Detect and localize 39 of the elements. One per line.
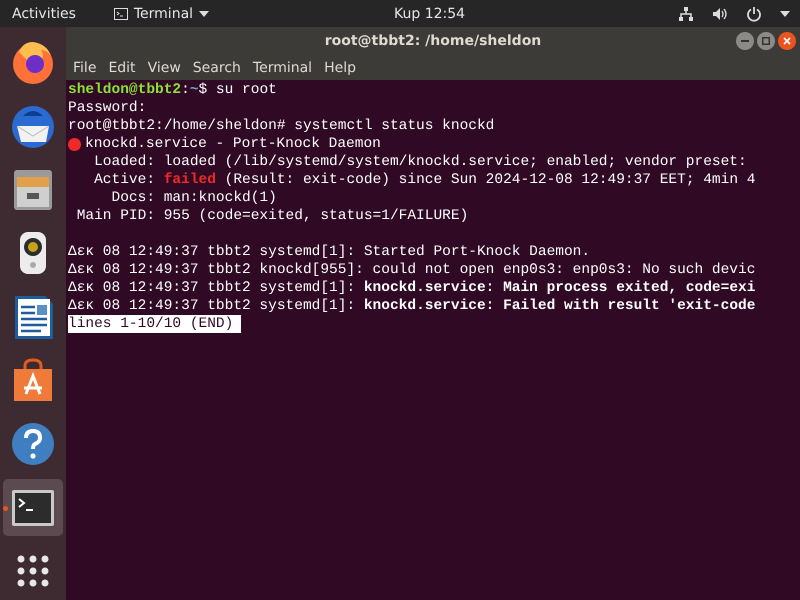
terminal-line: Docs: man:knockd(1) bbox=[110, 189, 277, 207]
caret-icon[interactable] bbox=[780, 10, 790, 16]
minimize-icon bbox=[741, 40, 749, 42]
terminal-line: root@tbbt2:/home/sheldon# systemctl status knockd bbox=[68, 117, 494, 135]
menu-item[interactable]: Terminal bbox=[248, 60, 318, 76]
terminal-line: Δεκ 08 12:49:37 tbbt2 systemd[1]: Started Port-Knock Daemon. bbox=[68, 243, 590, 261]
menu-item[interactable]: View bbox=[142, 60, 186, 76]
menu-item[interactable]: File bbox=[68, 60, 102, 76]
terminal-line: Δεκ 08 12:49:37 tbbt2 systemd[1]: knockd.service: Main process exited, code=exi bbox=[68, 279, 756, 297]
close-icon bbox=[783, 37, 791, 45]
maximize-icon bbox=[762, 37, 770, 45]
running-indicator bbox=[3, 506, 8, 511]
terminal-line: Active: failed (Result: exit-code) since Sun 2024-12-08 12:49:37 EET; 4min 4 bbox=[93, 171, 756, 189]
terminal-icon bbox=[114, 8, 128, 20]
activities-button[interactable]: Activities bbox=[0, 0, 88, 27]
terminal-line: Loaded: loaded (/lib/systemd/system/knockd.service; enabled; vendor preset: bbox=[93, 153, 747, 171]
dock-item[interactable] bbox=[3, 478, 63, 536]
maximize-button[interactable] bbox=[757, 32, 775, 50]
menu-item[interactable]: Help bbox=[319, 60, 361, 76]
menu-item[interactable]: Search bbox=[188, 60, 246, 76]
power-icon[interactable] bbox=[746, 6, 762, 22]
terminal-line: knockd.service - Port-Knock Daemon bbox=[85, 135, 381, 153]
terminal-line: Password: bbox=[68, 99, 146, 117]
close-button[interactable] bbox=[778, 32, 796, 50]
volume-icon[interactable] bbox=[712, 6, 728, 22]
clock[interactable]: Kup 12:54 bbox=[382, 0, 478, 27]
terminal-line: sheldon@tbbt2:~$ su root bbox=[68, 81, 277, 99]
minimize-button[interactable] bbox=[736, 32, 754, 50]
app-menu-button[interactable]: Terminal bbox=[102, 0, 222, 27]
terminal-line: Δεκ 08 12:49:37 tbbt2 systemd[1]: knockd.service: Failed with result 'exit-code bbox=[68, 297, 756, 315]
status-dot-icon bbox=[68, 138, 81, 150]
menu-item[interactable]: Edit bbox=[103, 60, 141, 76]
pager-status: lines 1-10/10 (END) bbox=[68, 315, 242, 333]
network-icon[interactable] bbox=[678, 6, 694, 22]
window-title: root@tbbt2: /home/sheldon bbox=[324, 33, 542, 49]
terminal-line: Main PID: 955 (code=exited, status=1/FAILURE) bbox=[76, 207, 468, 225]
caret-icon bbox=[199, 10, 210, 16]
app-grid-icon bbox=[16, 554, 50, 588]
terminal-line: Δεκ 08 12:49:37 tbbt2 knockd[955]: could not open enp0s3: enp0s3: No such devic bbox=[68, 261, 756, 279]
